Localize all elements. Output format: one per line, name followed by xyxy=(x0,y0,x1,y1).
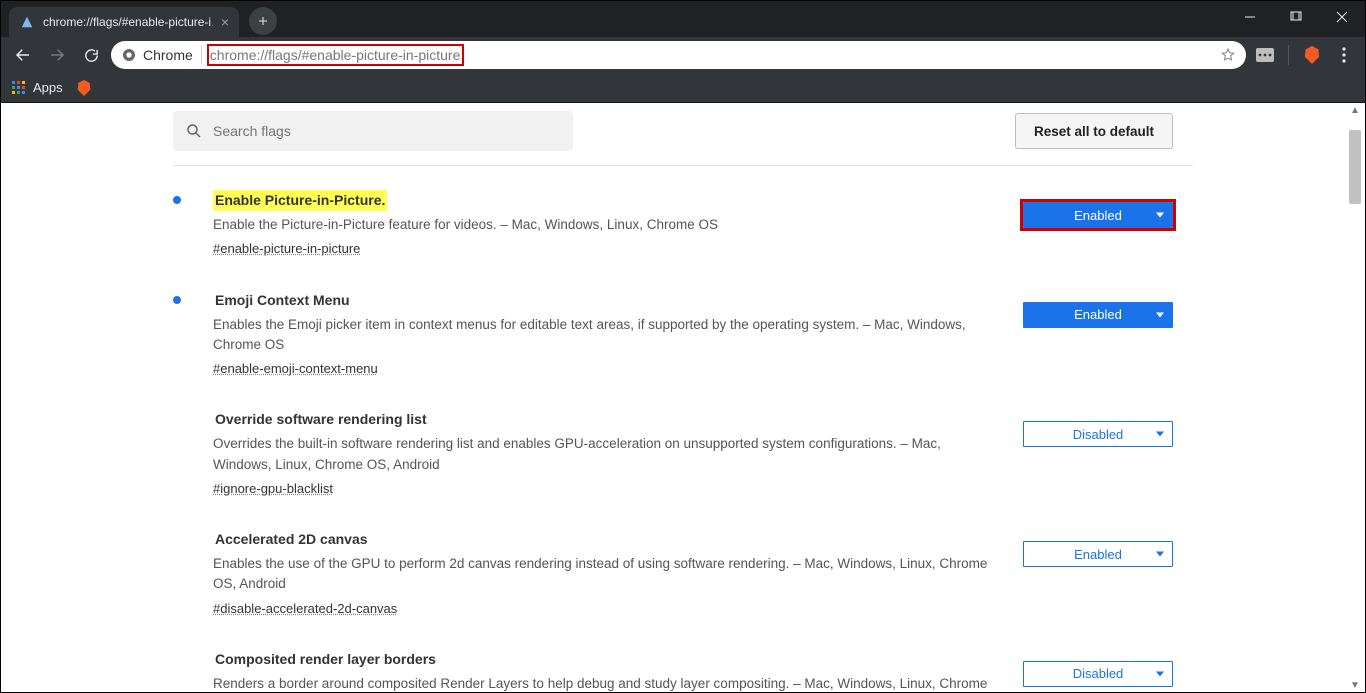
change-bullet-icon xyxy=(173,535,181,543)
origin-label: Chrome xyxy=(143,47,193,63)
minimize-button[interactable] xyxy=(1227,1,1273,33)
window-controls xyxy=(1227,1,1365,33)
chevron-down-icon xyxy=(1156,213,1164,218)
flag-row: Emoji Context Menu Enables the Emoji pick… xyxy=(173,280,1173,400)
url-text: chrome://flags/#enable-picture-in-pictur… xyxy=(210,47,461,63)
chrome-icon xyxy=(121,47,137,63)
flag-state-select[interactable]: Disabled xyxy=(1023,421,1173,447)
tab-favicon-icon xyxy=(19,14,35,30)
flag-title: Override software rendering list xyxy=(213,409,429,430)
flag-state-value: Disabled xyxy=(1023,421,1173,447)
flag-row: Enable Picture-in-Picture. Enable the Pic… xyxy=(173,180,1173,280)
flag-desc: Overrides the built-in software renderin… xyxy=(213,434,999,475)
flag-desc: Enable the Picture-in-Picture feature fo… xyxy=(213,215,999,235)
flag-state-value: Enabled xyxy=(1023,541,1173,567)
flag-anchor-link[interactable]: #enable-picture-in-picture xyxy=(213,241,360,256)
new-tab-button[interactable] xyxy=(249,7,277,35)
close-window-button[interactable] xyxy=(1319,1,1365,33)
bookmark-brave[interactable] xyxy=(77,80,91,96)
flag-main: Composited render layer borders Renders a… xyxy=(213,649,999,692)
flags-topbar: Reset all to default xyxy=(173,111,1193,166)
flag-main: Override software rendering list Override… xyxy=(213,409,999,499)
reset-label: Reset all to default xyxy=(1034,124,1154,139)
search-icon xyxy=(185,122,203,140)
change-bullet-icon xyxy=(173,196,181,204)
tab-close-icon[interactable]: × xyxy=(221,15,229,29)
back-button[interactable] xyxy=(9,41,37,69)
bookmark-star-icon[interactable] xyxy=(1220,47,1236,63)
flag-row: Override software rendering list Override… xyxy=(173,399,1173,519)
flag-title: Composited render layer borders xyxy=(213,649,438,670)
flag-desc: Renders a border around composited Rende… xyxy=(213,674,999,692)
address-bar[interactable]: Chrome chrome://flags/#enable-picture-in… xyxy=(111,41,1246,69)
flag-title: Accelerated 2D canvas xyxy=(213,529,370,550)
flag-state-select[interactable]: Enabled xyxy=(1023,202,1173,228)
flag-title: Enable Picture-in-Picture. xyxy=(213,190,387,211)
flag-state-value: Enabled xyxy=(1023,202,1173,228)
scroll-down-icon[interactable]: ▼ xyxy=(1349,678,1361,692)
flag-state-value: Disabled xyxy=(1023,661,1173,687)
search-flags-input[interactable] xyxy=(213,123,561,139)
flags-list: Enable Picture-in-Picture. Enable the Pic… xyxy=(173,166,1193,692)
flag-main: Accelerated 2D canvas Enables the use of … xyxy=(213,529,999,619)
extension-lastpass-icon[interactable] xyxy=(1256,46,1274,64)
extensions-area xyxy=(1252,45,1357,65)
chrome-menu-icon[interactable] xyxy=(1335,46,1353,64)
omnibox-sep xyxy=(201,46,202,64)
tab-title: chrome://flags/#enable-picture-i… xyxy=(43,15,213,29)
chevron-down-icon xyxy=(1156,432,1164,437)
url-display: chrome://flags/#enable-picture-in-pictur… xyxy=(210,47,1212,63)
flag-row: Composited render layer borders Renders a… xyxy=(173,639,1173,692)
apps-shortcut[interactable]: Apps xyxy=(11,80,63,96)
change-bullet-icon xyxy=(173,655,181,663)
apps-icon xyxy=(11,80,27,96)
toolbar: Chrome chrome://flags/#enable-picture-in… xyxy=(1,37,1365,73)
flag-desc: Enables the use of the GPU to perform 2d… xyxy=(213,554,999,595)
flag-anchor-link[interactable]: #enable-emoji-context-menu xyxy=(213,361,378,376)
scrollbar[interactable]: ▲ ▼ xyxy=(1349,103,1361,692)
search-flags[interactable] xyxy=(173,111,573,151)
brave-bm-icon xyxy=(77,80,91,96)
site-info-chip[interactable]: Chrome xyxy=(121,47,193,63)
toolbar-sep xyxy=(1288,45,1289,65)
scroll-up-icon[interactable]: ▲ xyxy=(1349,103,1361,117)
titlebar: chrome://flags/#enable-picture-i… × xyxy=(1,1,1365,37)
chevron-down-icon xyxy=(1156,552,1164,557)
flag-anchor-link[interactable]: #disable-accelerated-2d-canvas xyxy=(213,601,397,616)
apps-label: Apps xyxy=(33,80,63,95)
flag-state-select[interactable]: Enabled xyxy=(1023,541,1173,567)
browser-tab[interactable]: chrome://flags/#enable-picture-i… × xyxy=(9,7,239,37)
flag-anchor-link[interactable]: #ignore-gpu-blacklist xyxy=(213,481,333,496)
scrollbar-thumb[interactable] xyxy=(1349,130,1361,204)
forward-button[interactable] xyxy=(43,41,71,69)
flag-main: Enable Picture-in-Picture. Enable the Pic… xyxy=(213,190,999,260)
change-bullet-icon xyxy=(173,415,181,423)
chevron-down-icon xyxy=(1156,312,1164,317)
chevron-down-icon xyxy=(1156,671,1164,676)
flag-state-select[interactable]: Disabled xyxy=(1023,661,1173,687)
flag-title: Emoji Context Menu xyxy=(213,290,352,311)
extension-brave-icon[interactable] xyxy=(1303,46,1321,64)
maximize-button[interactable] xyxy=(1273,1,1319,33)
flag-main: Emoji Context Menu Enables the Emoji pick… xyxy=(213,290,999,380)
flag-state-select[interactable]: Enabled xyxy=(1023,302,1173,328)
reset-all-button[interactable]: Reset all to default xyxy=(1015,113,1173,149)
bookmarks-bar: Apps xyxy=(1,73,1365,103)
flag-desc: Enables the Emoji picker item in context… xyxy=(213,315,999,356)
reload-button[interactable] xyxy=(77,41,105,69)
page-viewport: Reset all to default Enable Picture-in-P… xyxy=(1,103,1365,692)
flag-state-value: Enabled xyxy=(1023,302,1173,328)
change-bullet-icon xyxy=(173,296,181,304)
flag-row: Accelerated 2D canvas Enables the use of … xyxy=(173,519,1173,639)
